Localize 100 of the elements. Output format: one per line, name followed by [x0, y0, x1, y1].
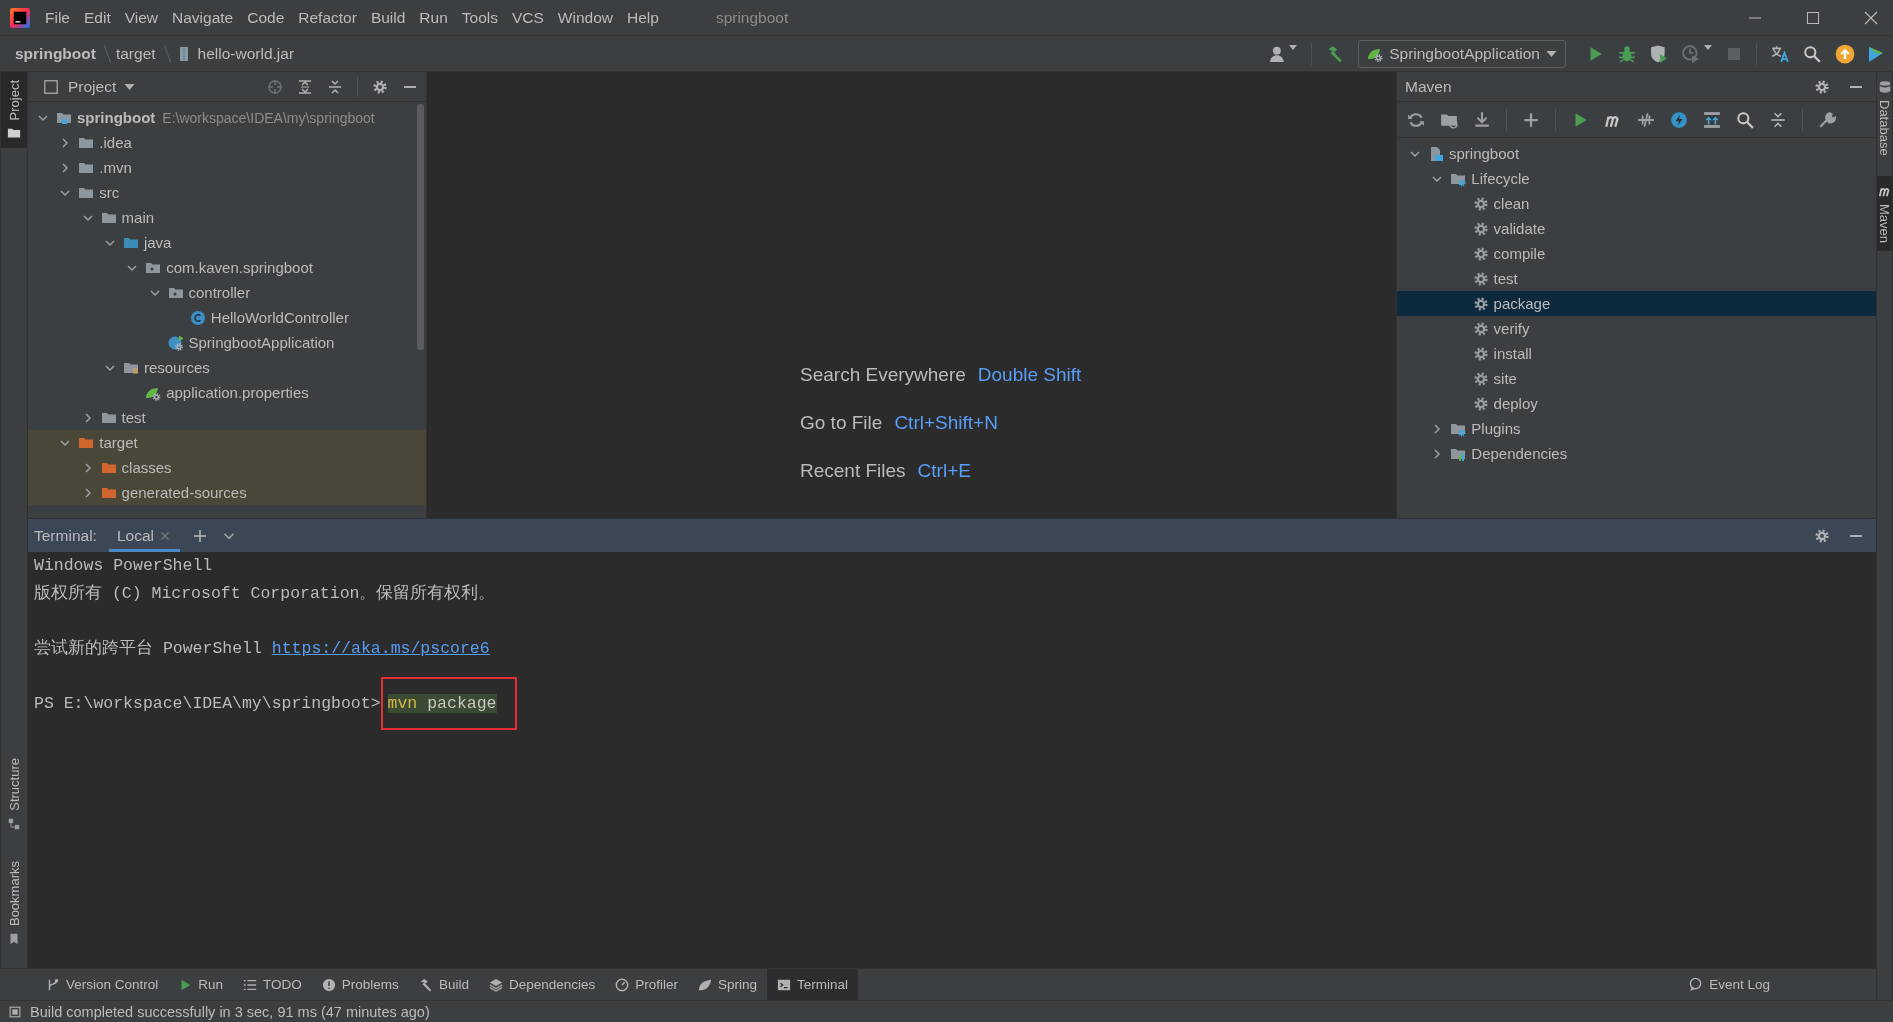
tree-row[interactable]: main	[28, 205, 426, 230]
tool-window-button[interactable]: Spring	[688, 969, 768, 1000]
tree-row[interactable]: src	[28, 180, 426, 205]
tool-window-tab[interactable]: Maven	[1877, 175, 1892, 251]
clock-icon[interactable]	[1682, 44, 1700, 63]
download-icon[interactable]	[1473, 110, 1491, 129]
shield-icon[interactable]	[1650, 44, 1668, 63]
tree-row[interactable]: deploy	[1397, 391, 1876, 416]
tree-row[interactable]: springboot	[1397, 141, 1876, 166]
tree-row[interactable]: classes	[28, 455, 426, 480]
collapse-all-icon[interactable]	[327, 78, 343, 95]
menu-item[interactable]: Run	[412, 8, 455, 27]
close-icon[interactable]	[1863, 9, 1879, 26]
menu-item[interactable]: Code	[240, 8, 292, 27]
crosshair-icon[interactable]	[267, 78, 283, 95]
menu-item[interactable]: Tools	[454, 8, 505, 27]
tree-row[interactable]: springboot E:\workspace\IDEA\my\springboot	[28, 105, 426, 130]
tree-row[interactable]: validate	[1397, 216, 1876, 241]
wrench-icon[interactable]	[1818, 110, 1836, 129]
breadcrumb[interactable]: target	[115, 44, 156, 63]
menu-item[interactable]: Refactor	[291, 8, 364, 27]
tree-row[interactable]: package	[1397, 291, 1876, 316]
hammer-icon[interactable]	[1326, 44, 1345, 63]
skip-tests-icon[interactable]	[1637, 110, 1655, 129]
tree-row[interactable]: controller	[28, 280, 426, 305]
tool-window-tab[interactable]: Project	[1, 72, 27, 149]
add-icon[interactable]	[1522, 110, 1540, 129]
tool-window-tab[interactable]: Bookmarks	[1, 852, 27, 954]
tool-window-button[interactable]: Build	[408, 969, 479, 1000]
tool-window-button[interactable]: Dependencies	[478, 969, 606, 1000]
tree-item-label: .idea	[99, 134, 132, 151]
breadcrumb[interactable]: springboot	[15, 44, 96, 63]
tree-row[interactable]: Lifecycle	[1397, 166, 1876, 191]
tool-window-button[interactable]: Terminal	[767, 969, 859, 1000]
event-log-button[interactable]: Event Log	[1678, 969, 1780, 1000]
diagram-icon[interactable]	[1703, 110, 1721, 129]
settings-icon[interactable]	[1814, 78, 1830, 95]
search-icon[interactable]	[1803, 44, 1821, 63]
tool-window-button[interactable]: Problems	[311, 969, 409, 1000]
bug-icon[interactable]	[1618, 44, 1636, 63]
search-icon[interactable]	[1736, 110, 1754, 129]
refresh-icon[interactable]	[1407, 110, 1425, 129]
breadcrumb[interactable]: hello-world.jar	[197, 44, 295, 63]
menu-item[interactable]: View	[117, 8, 166, 27]
tree-row[interactable]: target	[28, 430, 426, 455]
tree-row[interactable]: .mvn	[28, 155, 426, 180]
tree-row[interactable]: resources	[28, 355, 426, 380]
maximize-icon[interactable]	[1805, 9, 1821, 26]
structure-icon	[7, 816, 21, 831]
tool-windows-icon[interactable]	[8, 1004, 22, 1019]
tree-row[interactable]: application.properties	[28, 380, 426, 405]
tree-row[interactable]: HelloWorldController	[28, 305, 426, 330]
tool-window-button[interactable]: Profiler	[605, 969, 688, 1000]
lightning-icon[interactable]	[1670, 110, 1688, 129]
tree-row[interactable]: verify	[1397, 316, 1876, 341]
tree-row[interactable]: compile	[1397, 241, 1876, 266]
tree-row[interactable]: generated-sources	[28, 480, 426, 505]
menu-item[interactable]: File	[38, 8, 77, 27]
panel-title-dropdown[interactable]: Project	[42, 77, 136, 96]
run-configuration-dropdown[interactable]: SpringbootApplication	[1358, 39, 1566, 68]
tree-row[interactable]: test	[28, 405, 426, 430]
add-icon[interactable]	[191, 527, 208, 544]
update-icon[interactable]	[1835, 43, 1855, 64]
menu-item[interactable]: VCS	[504, 8, 551, 27]
tool-window-button[interactable]: Version Control	[36, 969, 169, 1000]
settings-icon[interactable]	[372, 78, 388, 95]
menu-item[interactable]: Navigate	[165, 8, 241, 27]
link[interactable]: https://aka.ms/pscore6	[271, 638, 490, 658]
gear-icon	[1472, 370, 1489, 387]
tree-row[interactable]: install	[1397, 341, 1876, 366]
tree-row[interactable]: .idea	[28, 130, 426, 155]
path-text: E:\workspace\IDEA\my\springboot	[162, 109, 375, 126]
tree-row[interactable]: Dependencies	[1397, 441, 1876, 466]
tree-item-label: site	[1493, 370, 1517, 387]
tree-row[interactable]: SpringbootApplication	[28, 330, 426, 355]
menu-item[interactable]: Help	[620, 8, 666, 27]
caret-icon[interactable]	[1289, 44, 1298, 50]
menu-item[interactable]: Build	[363, 8, 413, 27]
logo-icon[interactable]	[1869, 44, 1885, 63]
tree-row[interactable]: clean	[1397, 191, 1876, 216]
tool-window-button[interactable]: Run	[168, 969, 234, 1000]
tool-window-button[interactable]: TODO	[233, 969, 312, 1000]
gauge-icon	[615, 977, 630, 992]
tree-row[interactable]: site	[1397, 366, 1876, 391]
collapse-all-icon[interactable]	[1769, 110, 1787, 129]
terminal-tab[interactable]: Local	[108, 519, 180, 552]
menu-item[interactable]: Edit	[77, 8, 118, 27]
scrollbar[interactable]	[417, 104, 424, 350]
tool-window-tab[interactable]: Structure	[1, 750, 27, 839]
caret-icon[interactable]	[1704, 44, 1712, 50]
tool-window-tab[interactable]: Database	[1877, 72, 1892, 164]
tree-row[interactable]: Plugins	[1397, 416, 1876, 441]
menu-item[interactable]: Window	[550, 8, 620, 27]
translate-icon[interactable]	[1771, 44, 1789, 63]
tree-row[interactable]: com.kaven.springboot	[28, 255, 426, 280]
expand-all-icon[interactable]	[297, 78, 313, 95]
tree-row[interactable]: java	[28, 230, 426, 255]
tree-row[interactable]: test	[1397, 266, 1876, 291]
settings-icon[interactable]	[1814, 527, 1830, 544]
spring-class-icon	[167, 334, 184, 351]
